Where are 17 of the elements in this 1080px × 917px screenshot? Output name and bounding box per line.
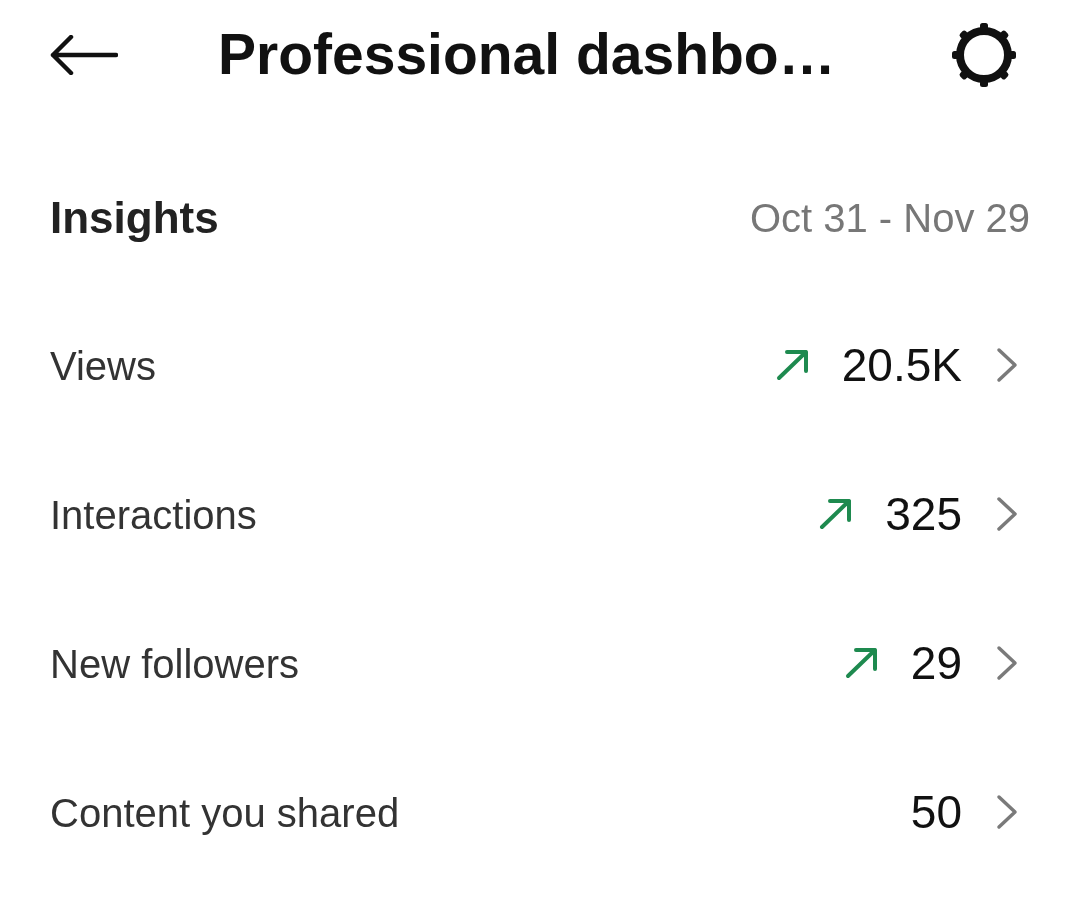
chevron-right-icon[interactable] <box>996 347 1018 384</box>
chevron-right-icon[interactable] <box>996 496 1018 533</box>
section-title: Insights <box>50 192 219 244</box>
chevron-right-icon[interactable] <box>996 645 1018 682</box>
metric-value: 325 <box>885 488 962 541</box>
metric-label: Views <box>50 342 156 389</box>
page-title: Professional dashbo… <box>218 22 836 88</box>
metric-label: Interactions <box>50 491 257 538</box>
chevron-right-icon[interactable] <box>996 794 1018 831</box>
metric-value: 29 <box>910 637 962 690</box>
metric-label: Content you shared <box>50 789 400 836</box>
metric-label: New followers <box>50 640 299 687</box>
metric-value: 50 <box>910 786 962 839</box>
back-icon[interactable] <box>50 35 118 75</box>
date-range: Oct 31 - Nov 29 <box>749 195 1030 241</box>
settings-icon[interactable] <box>950 21 1018 89</box>
metric-value: 20.5K <box>841 339 962 392</box>
